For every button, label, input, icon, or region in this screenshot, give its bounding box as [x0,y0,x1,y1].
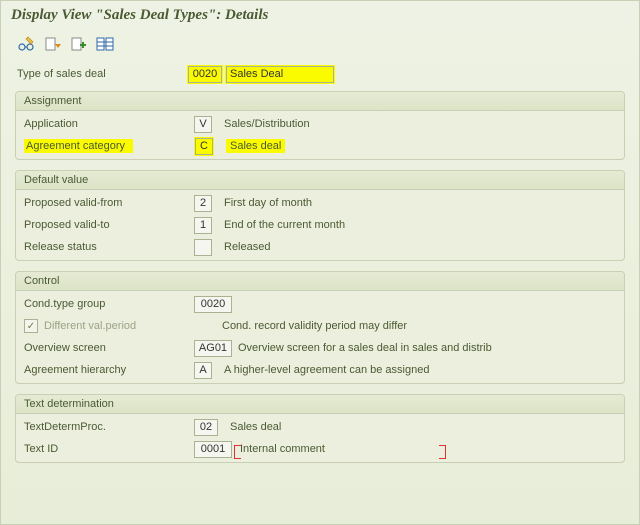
table-view-button[interactable] [95,35,115,53]
text-determination-panel: Text determination TextDetermProc. Sales… [15,394,625,463]
text-determ-proc-desc: Sales deal [230,421,281,433]
new-entries-button[interactable] [69,35,89,53]
valid-to-desc: End of the current month [224,219,345,231]
highlight [187,65,223,84]
grid-icon [96,36,114,52]
text-determination-panel-title: Text determination [16,395,624,414]
different-val-period-checkbox[interactable]: ✓ [24,319,38,333]
content-area: Type of sales deal Assignment Applicatio… [1,59,639,477]
text-id-desc: Internal comment [236,443,444,455]
agreement-hierarchy-input[interactable] [194,362,212,379]
page-title: Display View "Sales Deal Types": Details [1,1,639,32]
overview-screen-row: Overview screen Overview screen for a sa… [18,337,622,359]
toggle-display-change-button[interactable] [17,35,37,53]
text-determ-proc-input[interactable] [194,419,218,436]
agreement-hierarchy-row: Agreement hierarchy A higher-level agree… [18,359,622,381]
application-label: Application [24,118,194,130]
agreement-hierarchy-desc: A higher-level agreement can be assigned [224,364,429,376]
different-val-period-label: Different val.period [44,320,194,332]
text-id-row: Text ID Internal comment [18,438,622,460]
other-entry-button[interactable] [43,35,63,53]
highlight [225,65,335,84]
sap-window: Display View "Sales Deal Types": Details [0,0,640,525]
text-determ-proc-label: TextDetermProc. [24,421,194,433]
valid-to-label: Proposed valid-to [24,219,194,231]
release-status-row: Release status Released [18,236,622,258]
release-status-desc: Released [224,241,270,253]
agreement-category-row: Agreement category Sales deal [18,135,622,157]
default-value-panel-title: Default value [16,171,624,190]
agreement-category-label-text: Agreement category [24,139,133,153]
default-value-panel: Default value Proposed valid-from First … [15,170,625,261]
valid-from-label: Proposed valid-from [24,197,194,209]
type-of-sales-deal-row: Type of sales deal [11,63,629,85]
control-panel-title: Control [16,272,624,291]
type-of-sales-deal-label: Type of sales deal [17,68,187,80]
agreement-hierarchy-label: Agreement hierarchy [24,364,194,376]
agreement-category-input[interactable] [195,138,213,155]
doc-plus-icon [70,36,88,52]
valid-to-input[interactable] [194,217,212,234]
different-val-period-row: ✓ Different val.period Cond. record vali… [18,315,622,337]
release-status-label: Release status [24,241,194,253]
assignment-panel: Assignment Application Sales/Distributio… [15,91,625,160]
valid-to-row: Proposed valid-to End of the current mon… [18,214,622,236]
cond-type-group-label: Cond.type group [24,298,194,310]
agreement-category-desc: Sales deal [226,140,285,152]
different-val-period-desc: Cond. record validity period may differ [222,320,407,332]
cond-type-group-input[interactable] [194,296,232,313]
toolbar [1,32,639,59]
application-row: Application Sales/Distribution [18,113,622,135]
assignment-panel-title: Assignment [16,92,624,111]
application-input[interactable] [194,116,212,133]
application-desc: Sales/Distribution [224,118,310,130]
overview-screen-desc: Overview screen for a sales deal in sale… [238,342,492,354]
agreement-category-label: Agreement category [24,140,194,152]
type-of-sales-deal-input[interactable] [188,66,222,83]
valid-from-input[interactable] [194,195,212,212]
agreement-category-desc-text: Sales deal [226,139,285,153]
text-id-label: Text ID [24,443,194,455]
control-panel: Control Cond.type group ✓ Different val.… [15,271,625,384]
highlight [194,137,214,156]
overview-screen-input[interactable] [194,340,232,357]
cond-type-group-row: Cond.type group [18,293,622,315]
pencil-glasses-icon [18,36,36,52]
text-id-input[interactable] [194,441,232,458]
text-determ-proc-row: TextDetermProc. Sales deal [18,416,622,438]
valid-from-desc: First day of month [224,197,312,209]
release-status-input[interactable] [194,239,212,256]
overview-screen-label: Overview screen [24,342,194,354]
valid-from-row: Proposed valid-from First day of month [18,192,622,214]
doc-arrow-icon [44,36,62,52]
type-of-sales-deal-desc-input[interactable] [226,66,334,83]
